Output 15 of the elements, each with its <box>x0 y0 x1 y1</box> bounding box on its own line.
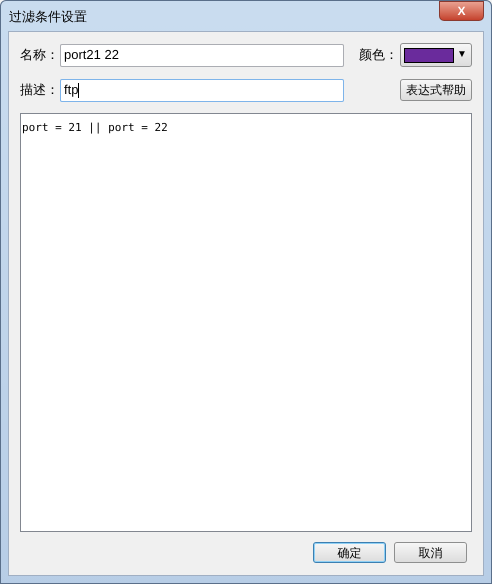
expression-editor[interactable]: port = 21 || port = 22 <box>20 113 472 532</box>
window-title: 过滤条件设置 <box>9 8 87 26</box>
color-dropdown[interactable]: ▼ <box>400 43 472 67</box>
name-field[interactable]: port21 22 <box>60 44 344 66</box>
dialog-button[interactable]: 确定 <box>313 542 386 563</box>
name-label: 名称： <box>20 46 60 64</box>
caret-icon: ▼ <box>457 50 467 60</box>
text-cursor-icon <box>78 82 80 98</box>
dialog-button[interactable]: 取消 <box>394 542 467 563</box>
description-field[interactable]: ftp <box>60 78 344 102</box>
description-text: ftp <box>64 81 78 100</box>
color-label: 颜色： <box>359 46 398 64</box>
description-label: 描述： <box>20 81 60 100</box>
expression-text: port = 21 || port = 22 <box>22 121 168 134</box>
expression-help-button[interactable]: 表达式帮助 <box>400 79 472 101</box>
